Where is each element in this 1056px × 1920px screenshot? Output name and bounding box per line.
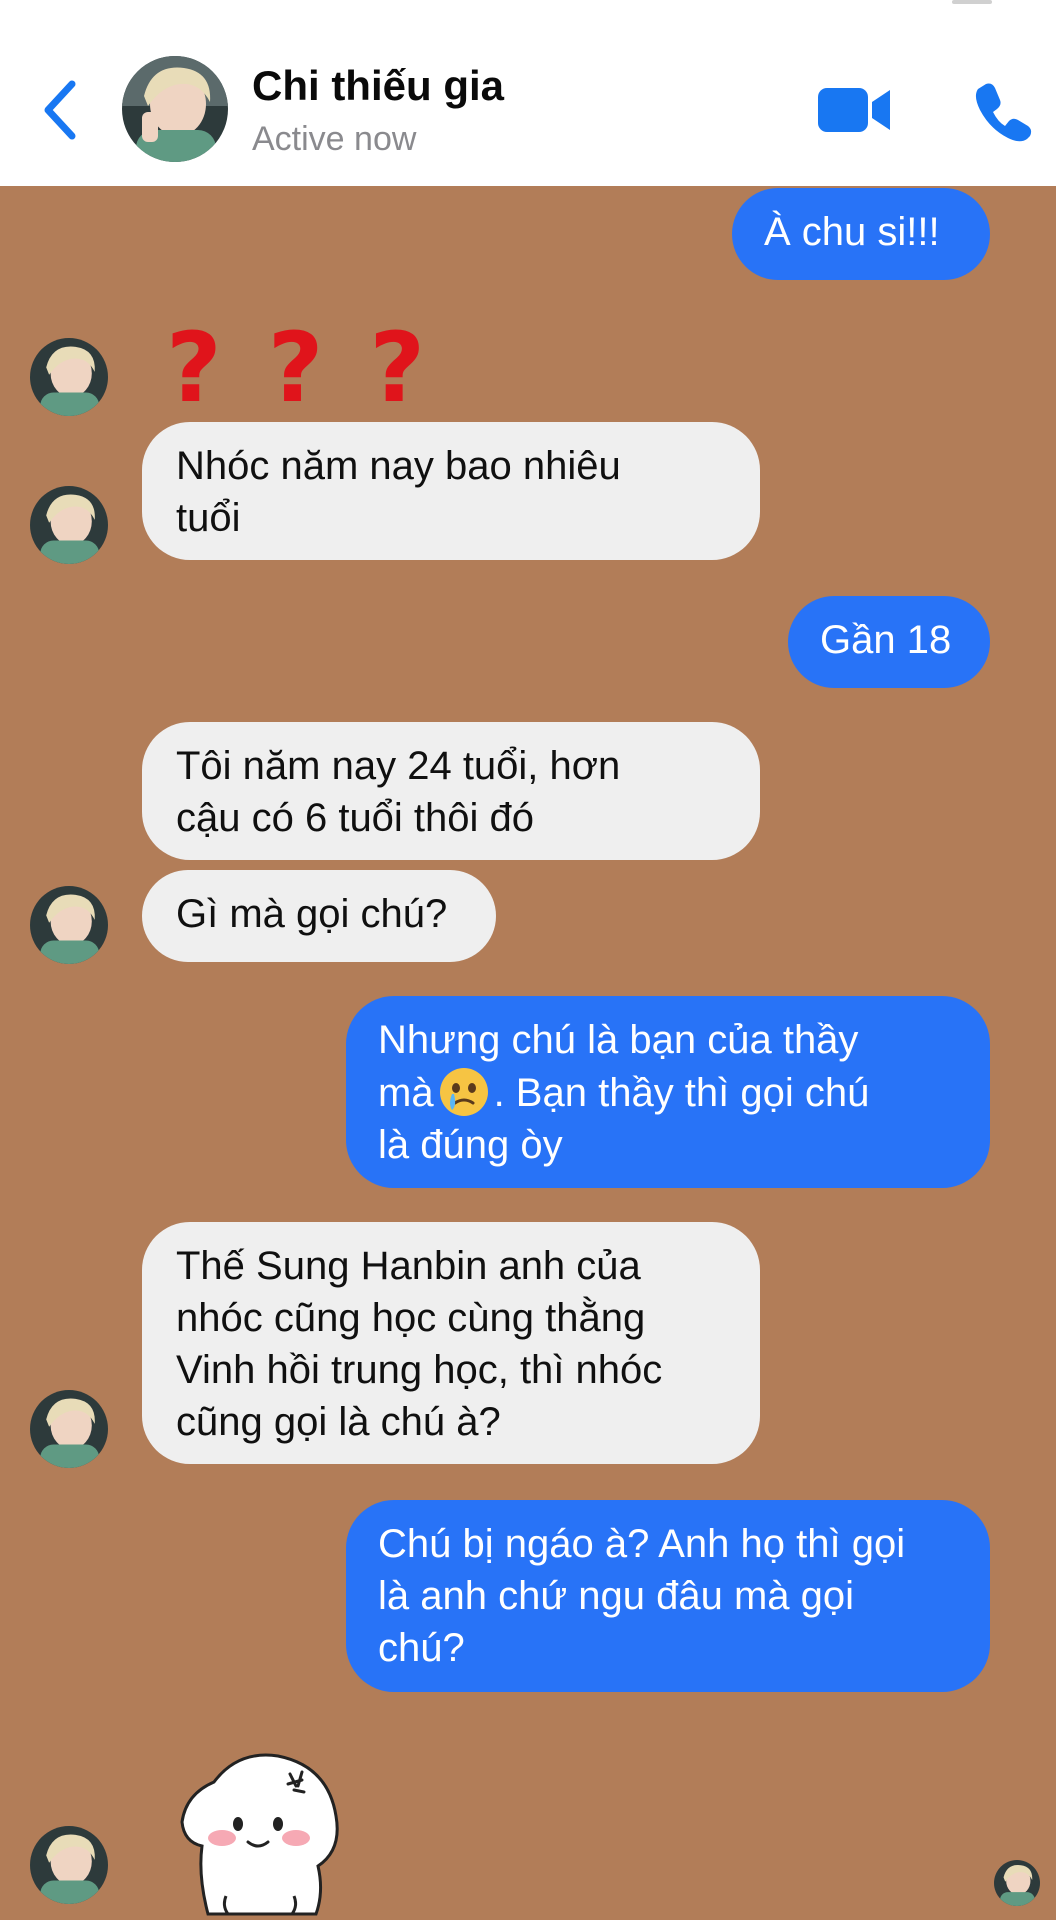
message-incoming[interactable]: Gì mà gọi chú? [142,870,496,962]
message-outgoing[interactable]: Chú bị ngáo à? Anh họ thì gọi là anh chứ… [346,1500,990,1692]
message-line: mà . Bạn thầy thì gọi chú [378,1066,958,1119]
avatar-image [30,886,108,964]
video-call-button[interactable] [818,84,892,136]
voice-call-button[interactable] [972,80,1034,142]
question-marks: ? ? ? [166,320,425,416]
message-outgoing[interactable]: Nhưng chú là bạn của thầy mà . Bạn thầy … [346,996,990,1188]
contact-avatar[interactable] [122,56,228,162]
message-text: mà [378,1071,434,1115]
seen-receipt-avatar [994,1860,1040,1906]
sender-avatar[interactable] [30,486,108,564]
message-line: là đúng òy [378,1123,563,1167]
phone-icon [975,83,1032,142]
video-camera-icon [818,88,890,132]
question-mark: ? [369,312,426,424]
sender-avatar[interactable] [30,886,108,964]
sender-avatar[interactable] [30,1826,108,1904]
chevron-left-icon [44,80,76,140]
sender-avatar[interactable] [30,338,108,416]
question-mark: ? [267,312,324,424]
contact-name[interactable]: Chi thiếu gia [252,62,504,110]
chat-header: Chi thiếu gia Active now [0,0,1056,186]
message-outgoing[interactable]: Gần 18 [788,596,990,688]
status-bar-indicator [952,0,992,4]
back-button[interactable] [30,70,90,150]
avatar-image [30,486,108,564]
message-incoming[interactable]: Tôi năm nay 24 tuổi, hơn cậu có 6 tuổi t… [142,722,760,860]
sender-avatar[interactable] [30,1390,108,1468]
message-text: . Bạn thầy thì gọi chú [493,1071,870,1115]
message-incoming[interactable]: Thế Sung Hanbin anh của nhóc cũng học cù… [142,1222,760,1464]
contact-status: Active now [252,120,417,158]
question-mark: ? [166,312,222,424]
avatar-image [30,1826,108,1904]
message-line: Nhưng chú là bạn của thầy [378,1018,859,1062]
sticker-annoyed-bun[interactable] [178,1746,342,1916]
avatar-image [30,338,108,416]
avatar-image [994,1860,1040,1906]
message-incoming[interactable]: Nhóc năm nay bao nhiêu tuổi [142,422,760,560]
face-holding-back-tears-icon [439,1068,488,1116]
avatar-image [122,56,228,162]
chat-thread[interactable]: À chu si!!! ? ? ? Nhóc năm nay bao nhiêu… [0,186,1056,1920]
message-outgoing[interactable]: À chu si!!! [732,188,990,280]
annoyed-bun-sticker-icon [180,1753,339,1916]
avatar-image [30,1390,108,1468]
